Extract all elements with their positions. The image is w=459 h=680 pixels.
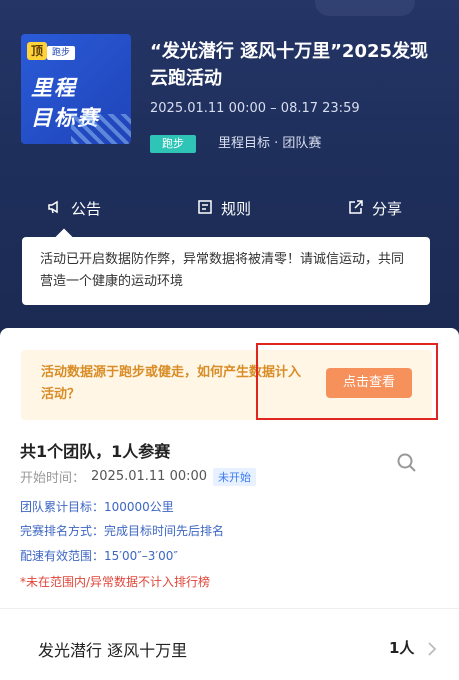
event-type: 里程目标 · 团队赛: [218, 136, 322, 151]
rules-label: 规则: [221, 200, 252, 218]
notice-button[interactable]: 公告: [47, 198, 101, 219]
pace-range: 配速有效范围：15′00″–3′00″: [20, 549, 178, 563]
divider: [0, 608, 459, 609]
share-icon: [348, 199, 364, 219]
start-time-value: 2025.01.11 00:00: [91, 469, 208, 484]
megaphone-icon: [47, 199, 63, 219]
cover-run-badge: 跑步: [47, 46, 76, 60]
status-badge: 未开始: [213, 467, 257, 486]
team-list-item[interactable]: 发光潜行 逐风十万里 1人: [0, 625, 459, 670]
team-member-count: 1人: [389, 639, 415, 657]
event-date-range: 2025.01.11 00:00 – 08.17 23:59: [150, 101, 360, 116]
cover-title-line1: 里程: [31, 76, 77, 100]
teams-summary: 共1个团队，1人参赛: [20, 442, 171, 461]
highlight-box: [256, 343, 438, 420]
rules-button[interactable]: 规则: [197, 198, 251, 219]
event-cover-image: 顶 跑步 里程 目标赛: [21, 34, 131, 144]
chevron-right-icon: [426, 641, 438, 656]
start-time-row: 开始时间： 2025.01.11 00:00 未开始: [20, 467, 257, 486]
start-time-label: 开始时间：: [20, 471, 86, 486]
search-icon[interactable]: [396, 452, 418, 474]
team-name: 发光潜行 逐风十万里: [38, 641, 188, 660]
ranking-method: 完赛排名方式：完成目标时间先后排名: [20, 524, 225, 538]
sport-tag: 跑步: [150, 135, 196, 153]
event-header: 顶 跑步 里程 目标赛 “发光潜行 逐风十万里”2025发现云跑活动 2025.…: [0, 0, 459, 345]
cover-decoration: [71, 114, 131, 144]
notice-label: 公告: [71, 200, 102, 218]
document-icon: [197, 199, 213, 219]
event-title: “发光潜行 逐风十万里”2025发现云跑活动: [150, 41, 429, 89]
share-button[interactable]: 分享: [348, 198, 402, 219]
share-label: 分享: [372, 200, 403, 218]
cover-top-badge: 顶: [27, 42, 47, 60]
notice-popover: 活动已开启数据防作弊，异常数据将被清零！请诚信运动，共同营造一个健康的运动环境: [22, 237, 430, 305]
top-handle: [315, 0, 415, 16]
team-target: 团队累计目标：100000公里: [20, 500, 174, 514]
range-warning: *未在范围内/异常数据不计入排行榜: [20, 575, 211, 589]
action-bar: 公告 规则 分享: [0, 198, 459, 220]
